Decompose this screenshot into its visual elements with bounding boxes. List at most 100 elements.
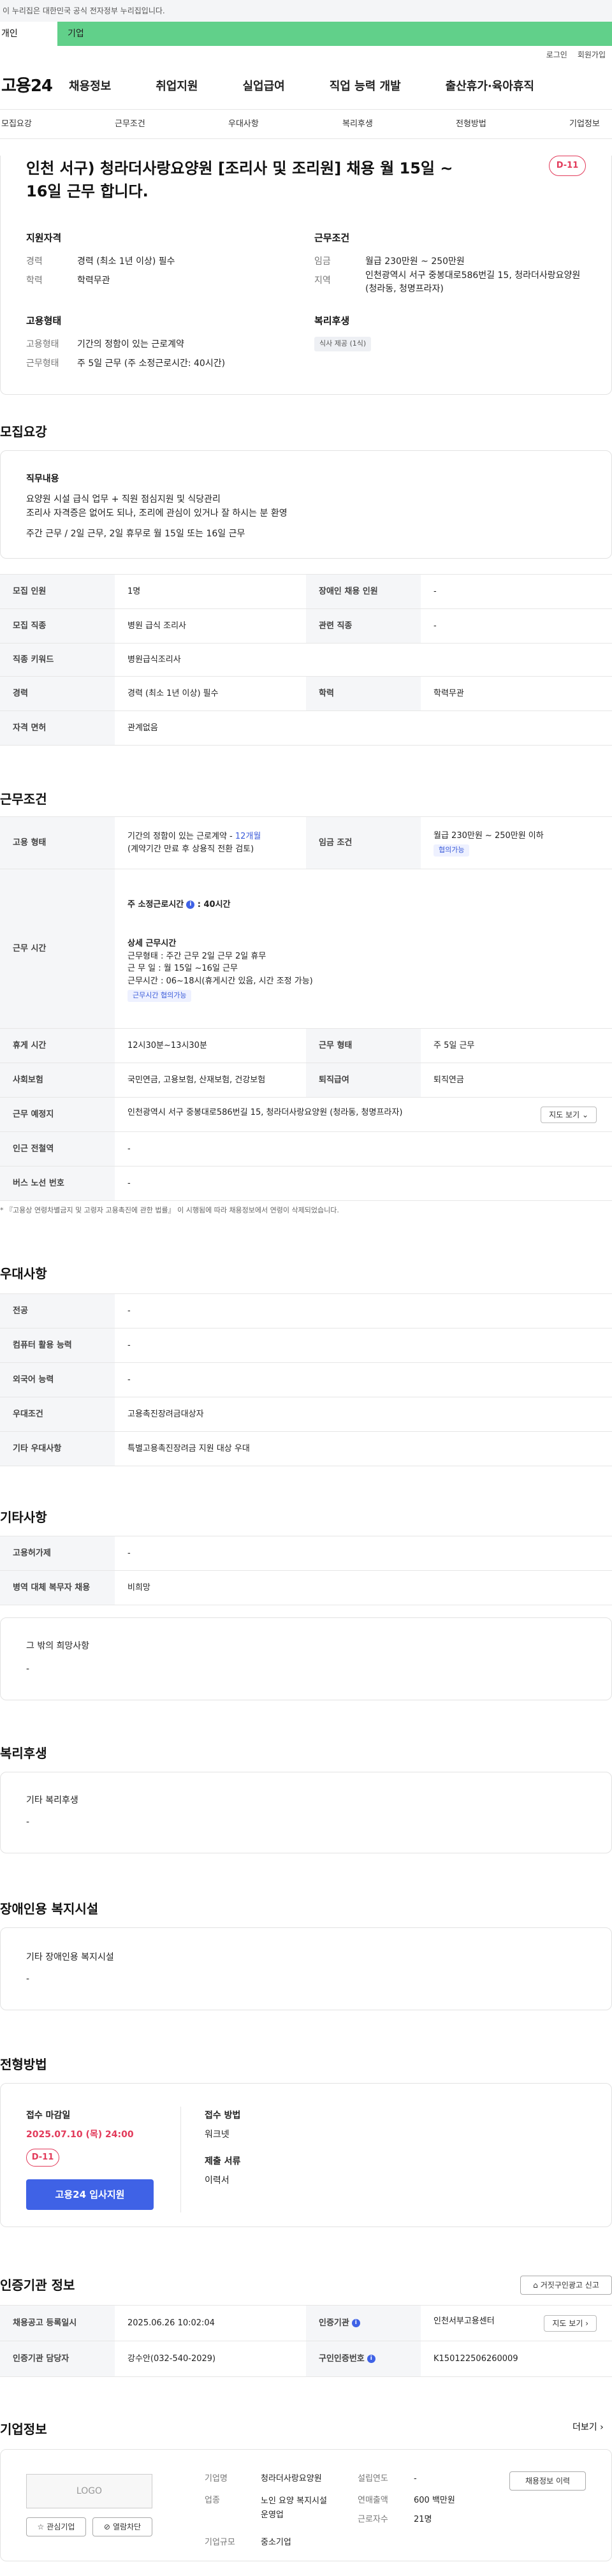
anchor-nav: 모집요강 근무조건 우대사항 복리후생 전형방법 기업정보: [0, 110, 612, 139]
cell-header: 인증기관 i: [306, 2305, 421, 2341]
cell-value: 고용촉진장려금대상자: [115, 1397, 612, 1432]
hours-value: 주 5일 근무 (주 소정근로시간: 40시간): [77, 358, 226, 369]
cert-no-label: 구인인증번호: [319, 2353, 365, 2364]
star-icon: ☆: [37, 2522, 45, 2531]
cell-value: 국민연금, 고용보험, 산재보험, 건강보험: [115, 1063, 306, 1098]
cell-header: 경력: [0, 676, 115, 711]
company-industry-value: 노인 요양 복지시설 운영업: [261, 2496, 327, 2521]
nav-parental-leave[interactable]: 출산휴가·육아휴직: [446, 78, 534, 95]
utility-menu: 로그인 회원가입: [0, 46, 612, 64]
docs-value: 이력서: [205, 2175, 229, 2186]
auth-org-value: 인천서부고용센터: [433, 2316, 495, 2326]
welfare-chip: 식사 제공 (1식): [314, 337, 372, 351]
cell-value: 병원 급식 조리사: [115, 608, 306, 644]
cell-header: 인증기관 담당자: [0, 2341, 115, 2377]
info-icon[interactable]: i: [367, 2354, 375, 2363]
cell-value: -: [115, 1328, 612, 1363]
favorite-label: 관심기업: [47, 2522, 75, 2531]
cell-header: 병역 대체 복무자 채용: [0, 1570, 115, 1605]
negotiable-tag: 협의가능: [433, 844, 470, 857]
area-value: 인천광역시 서구 중봉대로586번길 15, 청라더사랑요양원 (청라동, 청명…: [365, 270, 581, 294]
conditions-heading: 근무조건: [0, 791, 47, 807]
tab-personal[interactable]: 개인: [0, 22, 57, 46]
edu-value: 학력무관: [77, 276, 110, 286]
info-icon[interactable]: i: [351, 2318, 360, 2327]
wish-box: 그 밖의 희망사항 -: [0, 1617, 612, 1700]
cell-value: -: [115, 1166, 612, 1201]
nav-employment-support[interactable]: 취업지원: [156, 78, 198, 95]
job-summary-card: 인천 서구) 청라더사랑요양원 [조리사 및 조리원] 채용 월 15일 ~ 1…: [0, 156, 612, 395]
deadline-title: 접수 마감일: [26, 2110, 71, 2121]
detail-line: 근 무 일 : 월 15일 ~16일 근무: [127, 964, 238, 973]
area-label: 지역: [314, 276, 331, 286]
signup-link[interactable]: 회원가입: [578, 49, 606, 61]
auth-org-label: 인증기관: [319, 2318, 349, 2328]
cell-header: 기타 우대사항: [0, 1431, 115, 1466]
edu-label: 학력: [26, 276, 43, 286]
cell-value: -: [115, 1293, 612, 1328]
block-company-button[interactable]: ⊘ 열람차단: [92, 2517, 152, 2536]
company-more-link[interactable]: 더보기 ›: [572, 2421, 604, 2434]
nav-unemployment[interactable]: 실업급여: [243, 78, 285, 95]
nav-jobs[interactable]: 채용정보: [69, 78, 111, 95]
duty-line: 주간 근무 / 2일 근무, 2일 휴무로 월 15일 또는 16일 근무: [26, 529, 245, 539]
cell-header: 모집 인원: [0, 574, 115, 609]
company-heading: 기업정보: [0, 2422, 47, 2437]
cell-value: -: [115, 1536, 612, 1571]
cell-header: 휴게 시간: [0, 1028, 115, 1063]
founded-label: 설립연도: [358, 2474, 388, 2484]
cell-value: 주 5일 근무: [421, 1028, 612, 1063]
recruit-table: 모집 인원 1명 장애인 채용 인원 - 모집 직종 병원 급식 조리사 관련 직종 - 직…: [0, 574, 612, 746]
process-box: 접수 마감일 2025.07.10 (목) 24:00 D-11 고용24 입사…: [0, 2083, 612, 2227]
cell-value: -: [421, 608, 612, 644]
anchor-company[interactable]: 기업정보: [569, 118, 600, 131]
cell-value: K150122506260009: [421, 2341, 612, 2377]
cell-header: 관련 직종: [306, 608, 421, 644]
report-button[interactable]: ⌂ 거짓구인광고 신고: [520, 2276, 612, 2295]
type-heading: 고용형태: [26, 315, 62, 327]
duty-heading: 직무내용: [26, 474, 59, 484]
global-nav: 고용24 채용정보 취업지원 실업급여 직업 능력 개발 출산휴가·육아휴직: [0, 64, 612, 110]
welfare-box-value: -: [26, 1817, 30, 1827]
job-history-button[interactable]: 채용정보 이력: [509, 2471, 586, 2491]
anchor-recruit[interactable]: 모집요강: [1, 118, 32, 131]
company-box: LOGO ☆ 관심기업 ⊘ 열람차단 기업명 청라더사랑요양원 업종 노인 요양 복…: [0, 2449, 612, 2561]
process-heading: 전형방법: [0, 2057, 47, 2072]
method-title: 접수 방법: [205, 2110, 241, 2121]
deadline-value: 2025.07.10 (목) 24:00: [26, 2130, 134, 2140]
cell-value: 학력무관: [421, 676, 612, 711]
cell-header: 직종 키워드: [0, 643, 115, 677]
info-icon[interactable]: i: [186, 900, 195, 909]
anchor-process[interactable]: 전형방법: [456, 118, 486, 131]
cell-value: 인천광역시 서구 중봉대로586번길 15, 청라더사랑요양원 (청라동, 청명…: [115, 1097, 612, 1132]
nav-training[interactable]: 직업 능력 개발: [330, 78, 401, 95]
sales-value: 600 백만원: [414, 2496, 455, 2505]
detail-line: 근무형태 : 주간 근무 2일 근무 2일 휴무: [127, 951, 266, 961]
disabled-box-title: 기타 장애인용 복지시설: [26, 1952, 114, 1962]
favorite-company-button[interactable]: ☆ 관심기업: [26, 2517, 86, 2536]
cell-header: 퇴직급여: [306, 1063, 421, 1098]
etc-table: 고용허가제 - 병역 대체 복무자 채용 비희망: [0, 1536, 612, 1605]
cell-header: 컴퓨터 활용 능력: [0, 1328, 115, 1363]
dday-badge: D-11: [549, 156, 586, 176]
tab-company[interactable]: 기업: [57, 22, 84, 46]
anchor-conditions[interactable]: 근무조건: [115, 118, 145, 131]
emp-type-note: (계약기간 만료 후 상용직 전환 검토): [127, 844, 254, 854]
cell-value: 강수안(032-540-2029): [115, 2341, 306, 2377]
site-logo[interactable]: 고용24: [0, 74, 69, 99]
anchor-preference[interactable]: 우대사항: [228, 118, 259, 131]
welfare-box: 기타 복리후생 -: [0, 1772, 612, 1853]
hours-label: 근무형태: [26, 358, 59, 369]
apply-button[interactable]: 고용24 입사지원: [26, 2179, 154, 2210]
emp-type-text: 기간의 정함이 있는 근로계약 -: [127, 832, 235, 841]
login-link[interactable]: 로그인: [546, 49, 567, 61]
contract-months: 12개월: [235, 832, 261, 841]
anchor-welfare[interactable]: 복리후생: [342, 118, 373, 131]
auth-map-label: 지도 보기: [552, 2318, 583, 2328]
hours-negotiable-tag: 근무시간 협의가능: [127, 990, 192, 1002]
wage-text: 월급 230만원 ~ 250만원 이하: [433, 830, 544, 841]
map-button[interactable]: 지도 보기 ⌄: [541, 1106, 597, 1123]
cell-value: 관계없음: [115, 710, 612, 746]
auth-map-button[interactable]: 지도 보기 ›: [544, 2315, 597, 2332]
detail-hours-title: 상세 근무시간: [127, 939, 177, 948]
